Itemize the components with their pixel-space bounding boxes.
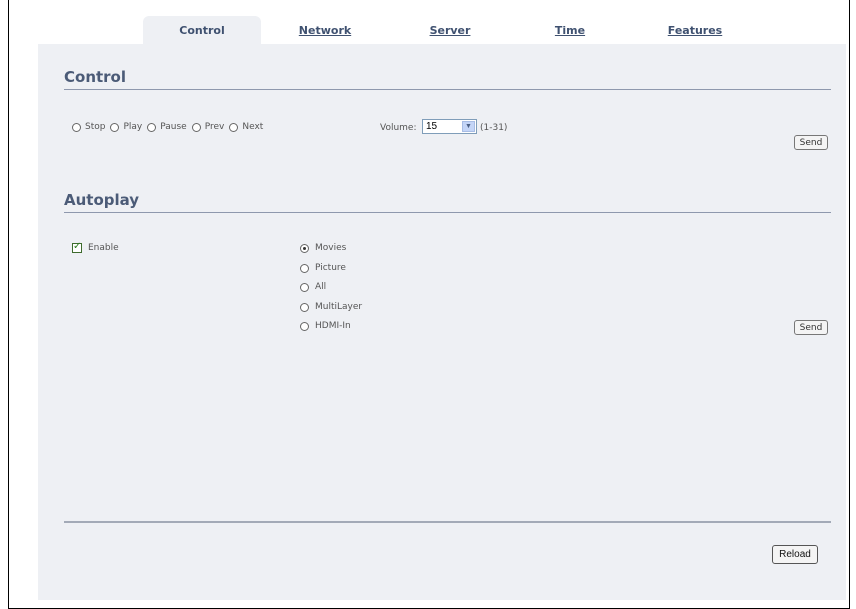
tab-time[interactable]: Time	[545, 16, 595, 44]
frame-right-border	[849, 0, 850, 609]
mode-hdmi-in[interactable]: HDMI-In	[300, 321, 351, 331]
volume-value: 15	[426, 121, 438, 132]
hdmi-in-label: HDMI-In	[315, 321, 351, 331]
autoplay-section-title: Autoplay	[64, 191, 140, 209]
pause-option[interactable]: Pause	[147, 122, 187, 132]
reload-button[interactable]: Reload	[772, 545, 818, 564]
next-radio[interactable]	[229, 122, 239, 132]
control-divider	[64, 89, 831, 90]
tab-server[interactable]: Server	[420, 16, 480, 44]
volume-range: (1-31)	[480, 123, 508, 133]
control-send-button[interactable]: Send	[794, 135, 828, 150]
picture-label: Picture	[315, 263, 346, 273]
pause-label: Pause	[160, 122, 187, 132]
pause-radio[interactable]	[147, 122, 157, 132]
chevron-down-icon[interactable]: ▼	[462, 121, 475, 132]
prev-label: Prev	[204, 122, 225, 132]
play-option[interactable]: Play	[110, 122, 142, 132]
footer-divider	[64, 521, 831, 523]
mode-picture[interactable]: Picture	[300, 263, 346, 273]
play-label: Play	[123, 122, 143, 132]
play-radio[interactable]	[110, 122, 120, 132]
mode-movies[interactable]: Movies	[300, 243, 346, 253]
tab-bar: Control Network Server Time Features	[0, 0, 856, 44]
movies-radio[interactable]	[300, 243, 309, 253]
multilayer-radio[interactable]	[300, 302, 309, 312]
enable-checkbox[interactable]: ✓	[72, 241, 82, 253]
stop-radio[interactable]	[72, 122, 81, 132]
enable-label: Enable	[88, 243, 119, 253]
autoplay-divider	[64, 212, 831, 213]
hdmi-in-radio[interactable]	[300, 321, 309, 331]
stop-option[interactable]: Stop	[72, 122, 105, 132]
playback-options: Stop Play Pause Prev Next	[72, 122, 268, 132]
stop-label: Stop	[85, 122, 106, 132]
tab-features[interactable]: Features	[660, 16, 730, 44]
mode-multilayer[interactable]: MultiLayer	[300, 302, 362, 312]
picture-radio[interactable]	[300, 263, 309, 273]
volume-label: Volume:	[380, 123, 417, 133]
autoplay-send-button[interactable]: Send	[794, 320, 828, 335]
prev-radio[interactable]	[191, 122, 201, 132]
control-section-title: Control	[64, 68, 127, 86]
frame-left-border	[8, 0, 9, 609]
mode-all[interactable]: All	[300, 282, 326, 292]
prev-option[interactable]: Prev	[191, 122, 225, 132]
tab-control[interactable]: Control	[143, 16, 261, 44]
all-radio[interactable]	[300, 282, 309, 292]
movies-label: Movies	[315, 243, 347, 253]
next-label: Next	[242, 122, 264, 132]
all-label: All	[315, 282, 327, 292]
enable-option[interactable]: ✓ Enable	[72, 241, 119, 253]
tab-network[interactable]: Network	[290, 16, 360, 44]
next-option[interactable]: Next	[229, 122, 263, 132]
volume-select[interactable]: 15 ▼	[422, 119, 477, 134]
check-icon: ✓	[73, 241, 82, 252]
multilayer-label: MultiLayer	[315, 302, 363, 312]
